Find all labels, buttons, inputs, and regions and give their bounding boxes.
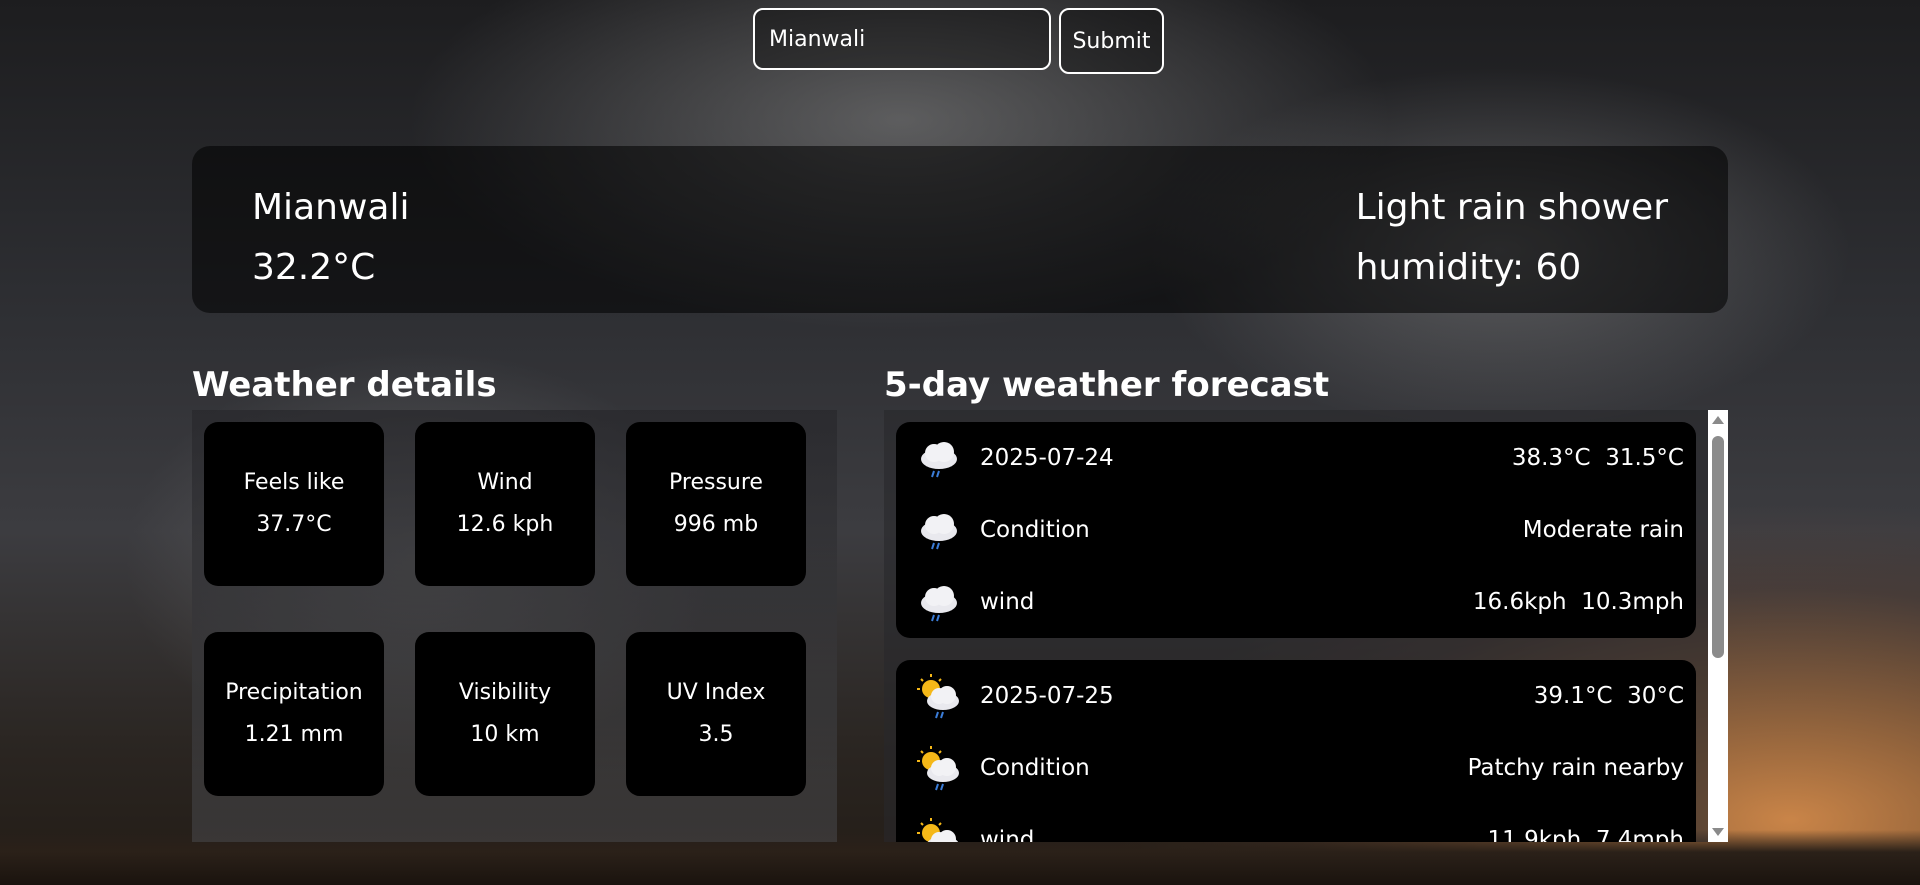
forecast-date-row: 2025-07-24 38.3°C 31.5°C xyxy=(896,428,1696,488)
precipitation-card: Precipitation 1.21 mm xyxy=(204,632,384,796)
sun-rain-cloud-icon xyxy=(917,746,959,791)
wind-label: wind xyxy=(980,827,1035,842)
rain-cloud-icon xyxy=(921,442,957,478)
pressure-card: Pressure 996 mb xyxy=(626,422,806,586)
card-label: Precipitation xyxy=(225,680,363,705)
card-value: 1.21 mm xyxy=(244,722,344,747)
condition-label: Condition xyxy=(980,755,1090,781)
forecast-day-card: 2025-07-25 39.1°C 30°C Condition Patchy … xyxy=(896,660,1696,842)
current-condition-block: Light rain shower humidity: 60 xyxy=(1356,178,1668,298)
wind-card: Wind 12.6 kph xyxy=(415,422,595,586)
forecast-condition: Moderate rain xyxy=(1522,517,1684,543)
card-label: Pressure xyxy=(669,470,763,495)
visibility-card: Visibility 10 km xyxy=(415,632,595,796)
forecast-wind: 11.9kph 7.4mph xyxy=(1487,827,1685,842)
humidity-text: humidity: 60 xyxy=(1355,247,1582,288)
current-location-block: Mianwali 32.2°C xyxy=(252,178,409,298)
sun-rain-cloud-icon xyxy=(917,674,959,719)
forecast-temps: 38.3°C 31.5°C xyxy=(1511,445,1684,471)
forecast-condition-row: Condition Moderate rain xyxy=(896,500,1696,560)
forecast-condition: Patchy rain nearby xyxy=(1467,755,1684,781)
current-weather-panel: Mianwali 32.2°C Light rain shower humidi… xyxy=(192,146,1728,313)
card-label: UV Index xyxy=(666,680,766,705)
forecast-wind-row: wind 16.6kph 10.3mph xyxy=(896,572,1696,632)
forecast-wind-row: wind 11.9kph 7.4mph xyxy=(896,810,1696,842)
city-search-input[interactable] xyxy=(753,8,1051,70)
card-value: 37.7°C xyxy=(256,512,332,537)
city-name: Mianwali xyxy=(252,187,410,228)
forecast-condition-row: Condition Patchy rain nearby xyxy=(896,738,1696,798)
forecast-title: 5-day weather forecast xyxy=(884,365,1330,405)
feels-like-card: Feels like 37.7°C xyxy=(204,422,384,586)
uv-index-card: UV Index 3.5 xyxy=(626,632,806,796)
scroll-down-arrow[interactable] xyxy=(1712,828,1724,836)
condition-text: Light rain shower xyxy=(1355,187,1668,228)
card-label: Wind xyxy=(477,470,533,495)
submit-button[interactable]: Submit xyxy=(1059,8,1164,74)
forecast-panel[interactable]: 2025-07-24 38.3°C 31.5°C Condition Moder… xyxy=(884,410,1728,842)
wind-label: wind xyxy=(980,589,1035,615)
card-value: 12.6 kph xyxy=(456,512,554,537)
current-temperature: 32.2°C xyxy=(252,247,376,288)
forecast-date: 2025-07-24 xyxy=(980,445,1114,471)
scrollbar-thumb[interactable] xyxy=(1712,436,1724,658)
weather-details-panel: Feels like 37.7°C Wind 12.6 kph Pressure… xyxy=(192,410,837,842)
card-label: Feels like xyxy=(243,470,345,495)
forecast-date-row: 2025-07-25 39.1°C 30°C xyxy=(896,666,1696,726)
card-value: 3.5 xyxy=(698,722,734,747)
forecast-day-card: 2025-07-24 38.3°C 31.5°C Condition Moder… xyxy=(896,422,1696,638)
forecast-date: 2025-07-25 xyxy=(980,683,1114,709)
card-value: 996 mb xyxy=(673,512,759,537)
condition-label: Condition xyxy=(980,517,1090,543)
scroll-up-arrow[interactable] xyxy=(1712,416,1724,424)
forecast-temps: 39.1°C 30°C xyxy=(1533,683,1684,709)
search-bar: Submit xyxy=(753,8,1164,74)
rain-cloud-icon xyxy=(921,586,957,622)
rain-cloud-icon xyxy=(921,514,957,550)
card-value: 10 km xyxy=(470,722,540,747)
card-label: Visibility xyxy=(458,680,552,705)
forecast-wind: 16.6kph 10.3mph xyxy=(1472,589,1684,615)
weather-details-title: Weather details xyxy=(192,365,497,405)
sun-rain-cloud-icon xyxy=(917,818,959,842)
forecast-scrollbar[interactable] xyxy=(1708,410,1728,842)
